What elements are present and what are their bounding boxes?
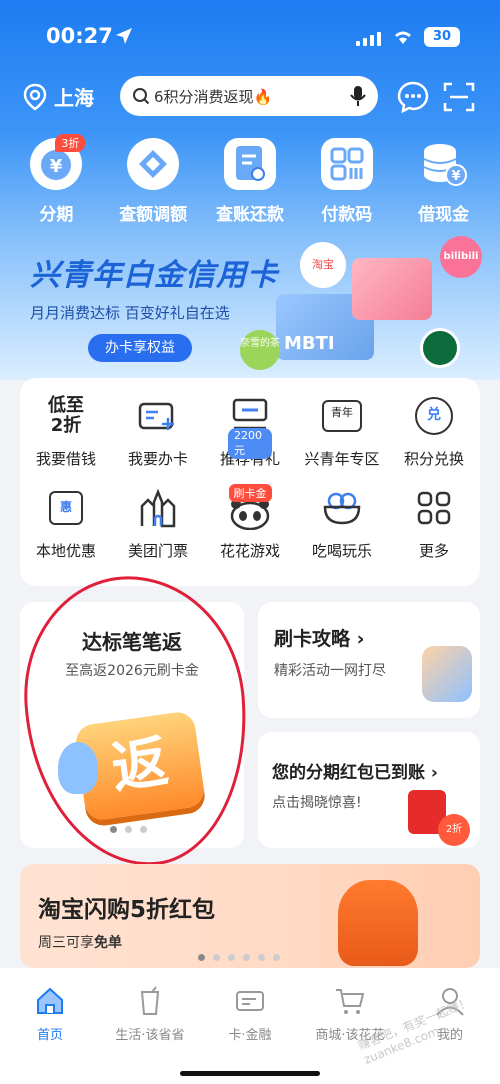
- pay-code-icon: [320, 138, 373, 190]
- promo-subtitle: 精彩活动一网打尽: [274, 663, 386, 679]
- quick-actions: 3折 ¥ 分期 查额调额 查账还款 付款码 ¥ 借现金: [0, 134, 500, 228]
- quick-label: 付款码: [321, 205, 373, 225]
- card-icon: [236, 991, 264, 1011]
- grid-label: 美团门票: [127, 542, 188, 560]
- carousel-dots: [198, 954, 280, 961]
- grid-label: 我要借钱: [35, 450, 96, 468]
- promo-strategy-card[interactable]: 刷卡攻略 › 精彩活动一网打尽: [258, 602, 480, 718]
- location-pin-icon: [23, 83, 47, 111]
- promo-title: 您的分期红包已到账 ›: [272, 763, 438, 783]
- food-bowl-icon: [320, 486, 364, 530]
- quick-paycode-button[interactable]: 付款码: [302, 138, 392, 228]
- svg-text:¥: ¥: [451, 169, 460, 184]
- quick-quota-button[interactable]: 查额调额: [108, 138, 198, 228]
- grid-item-game[interactable]: 刷卡金 花花游戏: [204, 470, 296, 562]
- youth-zone-icon: 青年: [320, 394, 364, 438]
- grid-item-food[interactable]: 吃喝玩乐: [296, 470, 388, 562]
- quota-search-icon: [127, 138, 180, 190]
- search-icon: [133, 88, 150, 105]
- card-bonus-tag: 刷卡金: [228, 484, 272, 502]
- loan-icon: 低至 2折: [48, 395, 84, 436]
- local-deals-icon: 惠: [44, 486, 88, 530]
- location-label: 上海: [54, 86, 94, 110]
- promo-banner[interactable]: 兴青年白金信用卡 月月消费达标 百变好礼自在选 办卡享权益 MBTI 淘宝 bi…: [0, 236, 500, 376]
- grid-item-youth[interactable]: 青年 兴青年专区: [296, 378, 388, 470]
- points-exchange-icon: 兑: [412, 394, 456, 438]
- clock: 00:27: [46, 24, 113, 48]
- castle-ticket-icon: [136, 486, 180, 530]
- home-indicator: [180, 1071, 320, 1076]
- search-placeholder: 6积分消费返现🔥: [154, 87, 273, 106]
- home-icon: [37, 987, 63, 1014]
- grid-label: 更多: [418, 542, 449, 560]
- message-icon[interactable]: [396, 80, 430, 114]
- recommend-gift-icon: 2200元: [228, 394, 272, 459]
- quick-label: 分期: [39, 205, 74, 225]
- bill-icon: [223, 138, 276, 190]
- wifi-icon: [395, 31, 411, 44]
- promo-title: 刷卡攻略 ›: [274, 628, 365, 650]
- service-grid: 低至 2折 我要借钱 我要办卡 2200元 推荐有礼 青年 兴青年专区 兑 积分…: [20, 378, 480, 586]
- grid-item-recommend[interactable]: 2200元 推荐有礼: [204, 378, 296, 470]
- quick-bill-button[interactable]: 查账还款: [205, 138, 295, 228]
- battery-indicator: 30: [424, 27, 460, 47]
- discount-coupon-image: 2折: [438, 814, 470, 846]
- location-selector[interactable]: 上海: [22, 82, 94, 111]
- grid-item-points[interactable]: 兑 积分兑换: [388, 378, 480, 470]
- apply-card-button[interactable]: 办卡享权益: [88, 334, 192, 362]
- cash-coins-icon: ¥: [418, 138, 470, 190]
- signal-icon: [356, 32, 382, 46]
- tab-home[interactable]: 首页: [0, 986, 100, 1084]
- microphone-icon[interactable]: [350, 85, 366, 107]
- grid-item-meituan[interactable]: 美团门票: [112, 470, 204, 562]
- quick-label: 查账还款: [215, 205, 284, 225]
- panda-game-icon: 刷卡金: [228, 484, 272, 530]
- scan-icon[interactable]: [442, 80, 476, 114]
- quick-label: 查额调额: [119, 205, 188, 225]
- location-arrow-icon: [116, 28, 132, 44]
- tab-card[interactable]: 卡·金融: [200, 986, 300, 1084]
- grid-label: 花花游戏: [219, 542, 280, 560]
- svg-text:¥: ¥: [50, 156, 63, 177]
- credit-card-image-2: [352, 258, 432, 320]
- more-grid-icon: [412, 486, 456, 530]
- drink-icon: [140, 986, 160, 1015]
- banner-subtitle: 月月消费达标 百变好礼自在选: [30, 304, 230, 322]
- add-card-icon: [136, 394, 180, 438]
- search-input[interactable]: 6积分消费返现🔥: [120, 76, 378, 116]
- mascot-image: [422, 646, 472, 702]
- taobao-title: 淘宝闪购5折红包: [38, 897, 216, 923]
- promo-redpacket-card[interactable]: 您的分期红包已到账 › 点击揭晓惊喜! 2折: [258, 732, 480, 848]
- top-bar: 上海 6积分消费返现🔥: [0, 74, 500, 118]
- quick-cash-button[interactable]: ¥ 借现金: [399, 138, 489, 228]
- grid-item-more[interactable]: 更多: [388, 470, 480, 562]
- taobao-logo: 淘宝: [300, 242, 346, 288]
- grid-label: 积分兑换: [403, 450, 464, 468]
- grid-item-local[interactable]: 惠 本地优惠: [20, 470, 112, 562]
- taobao-subtitle: 周三可享免单: [38, 935, 122, 951]
- grid-label: 我要办卡: [127, 450, 188, 468]
- starbucks-logo: [420, 328, 460, 368]
- promo-subtitle: 点击揭晓惊喜!: [272, 795, 362, 811]
- grid-label: 兴青年专区: [304, 450, 380, 468]
- reward-tag: 2200元: [228, 428, 272, 459]
- cart-icon: [336, 989, 365, 1014]
- status-bar: 00:27 30: [0, 0, 500, 70]
- grid-label: 本地优惠: [35, 542, 96, 560]
- naixue-logo: 奈雪的茶: [240, 330, 280, 370]
- taobao-flash-banner[interactable]: 淘宝闪购5折红包 周三可享免单: [20, 864, 480, 968]
- banner-title: 兴青年白金信用卡: [30, 258, 278, 293]
- grid-label: 吃喝玩乐: [311, 542, 372, 560]
- quick-installment-button[interactable]: 3折 ¥ 分期: [11, 134, 101, 228]
- delivery-rider-image: [338, 880, 418, 966]
- tab-life[interactable]: 生活·该省省: [100, 986, 200, 1084]
- grid-item-loan[interactable]: 低至 2折 我要借钱: [20, 378, 112, 470]
- grid-item-apply-card[interactable]: 我要办卡: [112, 378, 204, 470]
- discount-badge: 3折: [55, 134, 86, 152]
- bilibili-logo: bilibili: [440, 236, 482, 278]
- quick-label: 借现金: [418, 205, 470, 225]
